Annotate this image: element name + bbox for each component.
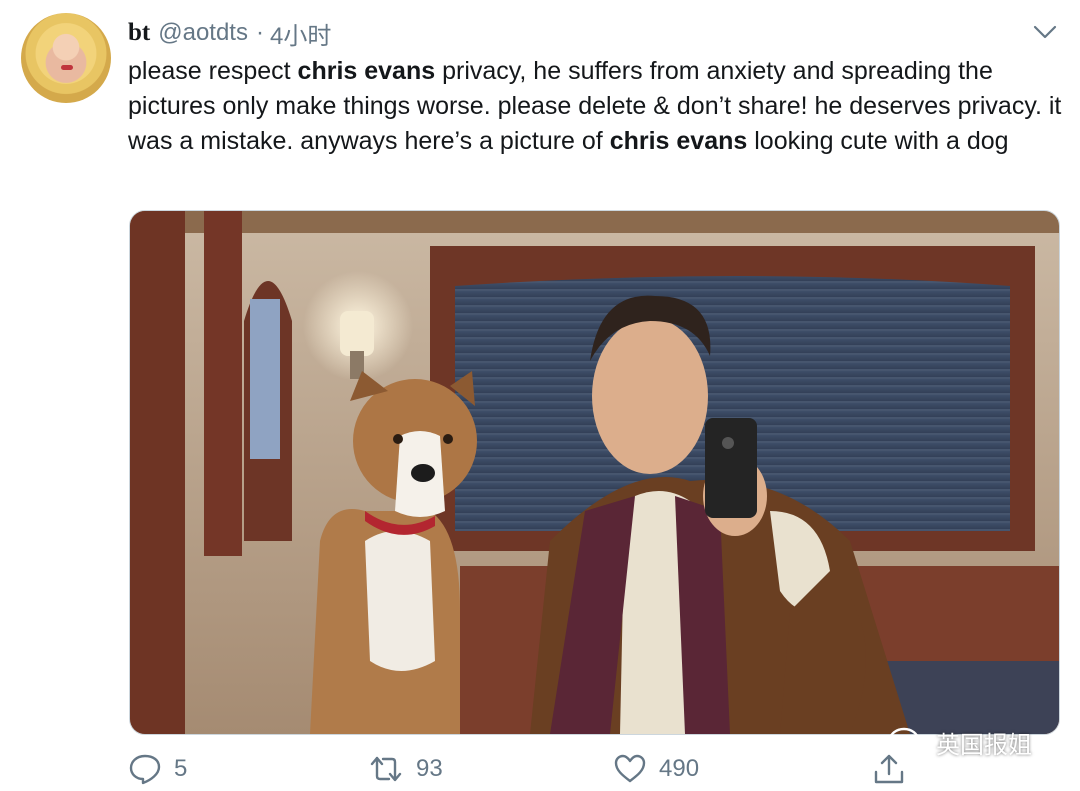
watermark-text: 英国报姐	[936, 732, 1032, 759]
reply-icon	[129, 754, 161, 785]
avatar[interactable]	[21, 13, 111, 103]
tweet-text-bold-segment: chris evans	[297, 57, 436, 85]
tweet-photo[interactable]	[129, 210, 1060, 735]
retweet-icon	[370, 756, 402, 782]
avatar-lips	[61, 65, 73, 70]
tweet-text-segment: looking cute with a dog	[747, 127, 1009, 155]
tweet-text: please respect chris evans privacy, he s…	[128, 54, 1063, 159]
timestamp[interactable]: 4小时	[270, 16, 331, 51]
retweet-count: 93	[416, 755, 443, 782]
author-handle[interactable]: @aotdts	[158, 19, 248, 47]
photo-illustration	[130, 211, 1059, 734]
tweet-actions: 5 93 490	[128, 752, 918, 788]
share-button[interactable]	[872, 752, 906, 791]
reply-button[interactable]: 5	[128, 752, 187, 786]
reply-count: 5	[174, 755, 188, 782]
heart-icon	[614, 754, 646, 783]
retweet-button[interactable]: 93	[368, 752, 443, 786]
tweet-text-bold-segment: chris evans	[609, 127, 748, 155]
author-name[interactable]: bt	[128, 19, 150, 47]
like-count: 490	[659, 755, 700, 782]
separator: ·	[255, 19, 264, 46]
tweet-text-segment: please respect	[128, 57, 298, 85]
chevron-down-icon[interactable]	[1031, 20, 1059, 44]
like-button[interactable]: 490	[613, 752, 699, 786]
tweet-header: bt @aotdts · 4小时	[128, 16, 331, 51]
share-icon	[874, 754, 904, 784]
